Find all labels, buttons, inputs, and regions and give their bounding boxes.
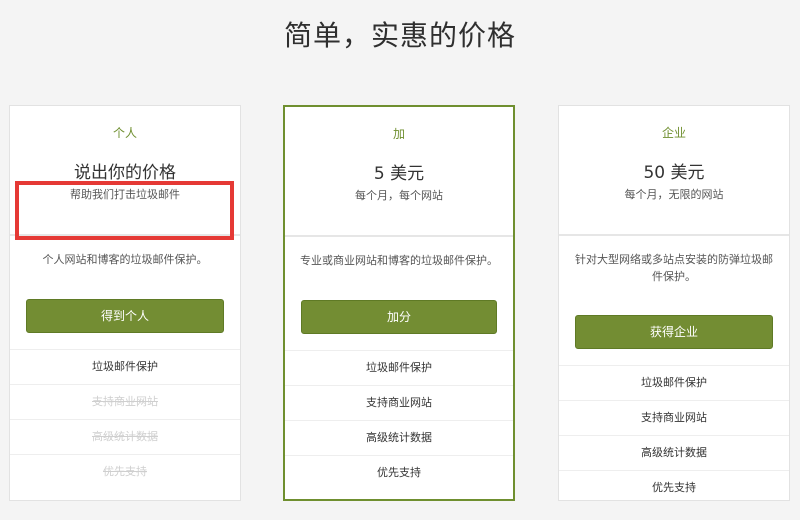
plan-card-enterprise: 企业 50 美元 每个月，无限的网站 针对大型网络或多站点安装的防弹垃圾邮件保护…	[558, 105, 790, 501]
plan-description: 专业或商业网站和博客的垃圾邮件保护。	[300, 254, 498, 267]
feature-advanced-stats: 高级统计数据	[10, 419, 240, 454]
plan-price: 5 美元	[373, 164, 425, 184]
plan-tier: 企业	[661, 126, 686, 140]
plan-description: 个人网站和博客的垃圾邮件保护。	[42, 253, 208, 266]
highlight-box	[15, 181, 234, 240]
feature-priority-support: 优先支持	[10, 454, 240, 489]
plan-price: 50 美元	[643, 163, 705, 183]
plan-card-personal: 个人 说出你的价格 帮助我们打击垃圾邮件 个人网站和博客的垃圾邮件保护。 得到个…	[9, 105, 241, 501]
feature-list: 垃圾邮件保护 支持商业网站 高级统计数据 优先支持	[285, 350, 513, 490]
plan-description: 针对大型网络或多站点安装的防弹垃圾邮件保护。	[575, 253, 773, 283]
feature-priority-support: 优先支持	[559, 470, 789, 505]
plan-subprice: 每个月，无限的网站	[624, 188, 724, 201]
plan-tier: 加	[392, 127, 405, 141]
plan-tier: 个人	[112, 126, 137, 140]
plan-header: 加 5 美元 每个月，每个网站	[285, 107, 513, 237]
feature-commercial-sites: 支持商业网站	[10, 384, 240, 419]
feature-list: 垃圾邮件保护 支持商业网站 高级统计数据 优先支持	[10, 349, 240, 489]
get-enterprise-button[interactable]: 获得企业	[575, 315, 773, 349]
feature-priority-support: 优先支持	[285, 455, 513, 490]
page-title: 简单，实惠的价格	[283, 19, 516, 52]
plan-subprice: 每个月，每个网站	[355, 189, 443, 202]
feature-spam-protection: 垃圾邮件保护	[285, 350, 513, 385]
feature-list: 垃圾邮件保护 支持商业网站 高级统计数据 优先支持	[559, 365, 789, 505]
feature-advanced-stats: 高级统计数据	[559, 435, 789, 470]
plan-header: 企业 50 美元 每个月，无限的网站	[559, 106, 789, 236]
feature-commercial-sites: 支持商业网站	[559, 400, 789, 435]
feature-commercial-sites: 支持商业网站	[285, 385, 513, 420]
get-plus-button[interactable]: 加分	[301, 300, 497, 334]
plan-card-plus: 加 5 美元 每个月，每个网站 专业或商业网站和博客的垃圾邮件保护。 加分 垃圾…	[283, 105, 515, 501]
feature-spam-protection: 垃圾邮件保护	[559, 365, 789, 400]
get-personal-button[interactable]: 得到个人	[26, 299, 224, 333]
plan-price: 说出你的价格	[74, 163, 176, 183]
feature-spam-protection: 垃圾邮件保护	[10, 349, 240, 384]
feature-advanced-stats: 高级统计数据	[285, 420, 513, 455]
